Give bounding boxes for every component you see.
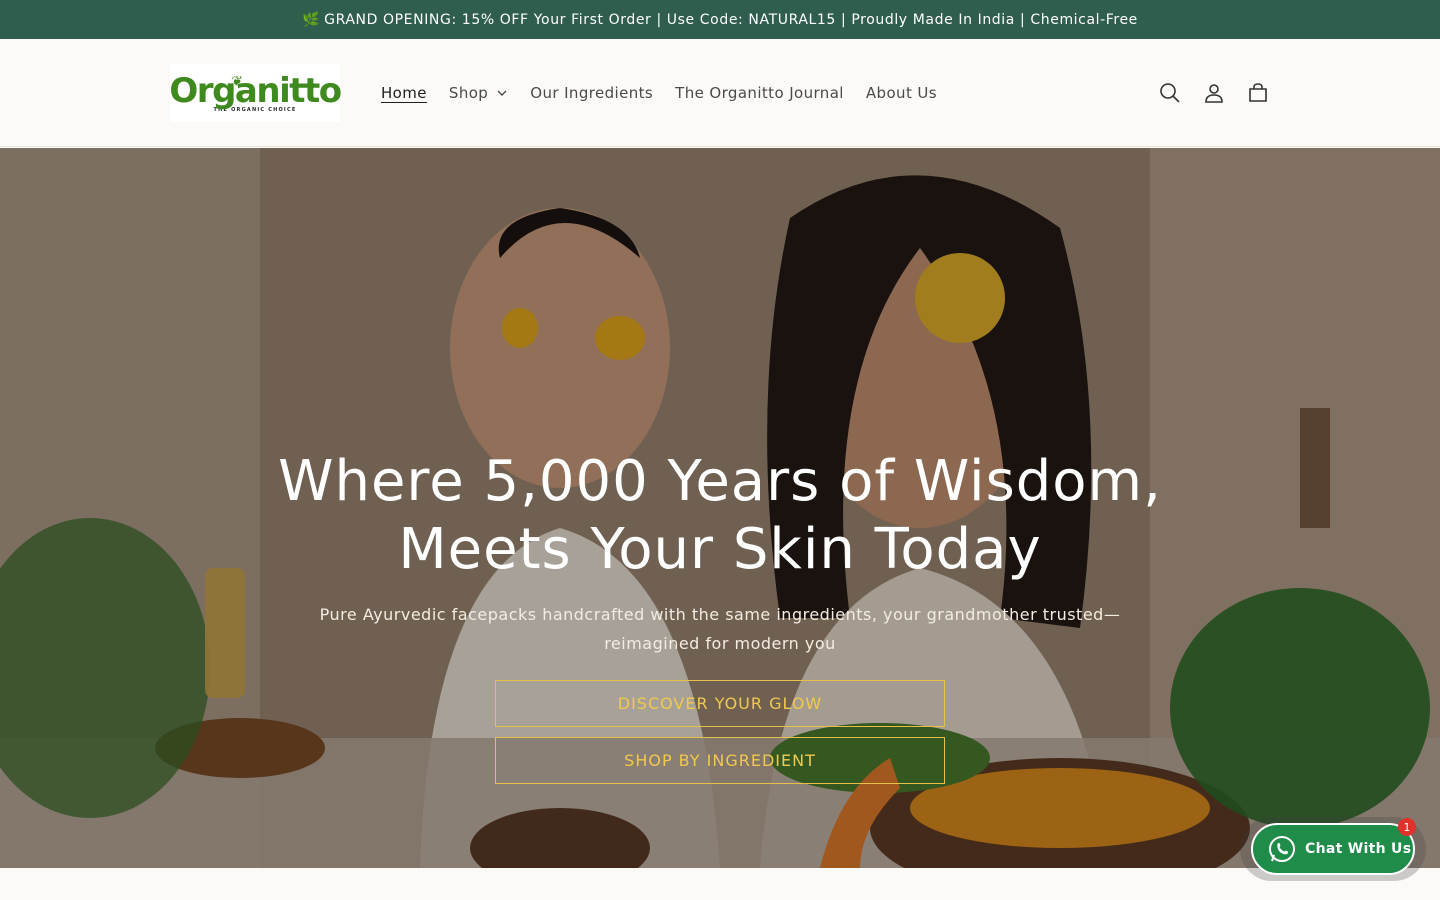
hero-content: Where 5,000 Years of Wisdom, Meets Your … bbox=[0, 448, 1440, 784]
logo-wordmark: ❦ Organitto bbox=[169, 73, 342, 109]
nav-home[interactable]: Home bbox=[370, 84, 438, 102]
chat-with-us-button[interactable]: Chat With Us bbox=[1251, 823, 1415, 875]
hero-subtitle: Pure Ayurvedic facepacks handcrafted wit… bbox=[319, 605, 1121, 653]
discover-your-glow-button[interactable]: DISCOVER YOUR GLOW bbox=[495, 680, 945, 727]
hero-title-line1: Where 5,000 Years of Wisdom, bbox=[278, 449, 1162, 514]
nav-about-us[interactable]: About Us bbox=[855, 84, 948, 102]
hero-title-line2: Meets Your Skin Today bbox=[398, 517, 1042, 582]
leaf-icon: 🌿 bbox=[302, 11, 321, 28]
chat-label: Chat With Us bbox=[1305, 841, 1412, 857]
whatsapp-icon bbox=[1269, 836, 1295, 862]
nav-shop-label: Shop bbox=[448, 83, 489, 102]
chat-notification-badge: 1 bbox=[1398, 818, 1416, 836]
nav-our-ingredients[interactable]: Our Ingredients bbox=[519, 84, 664, 102]
hero-title: Where 5,000 Years of Wisdom, Meets Your … bbox=[0, 448, 1440, 584]
chevron-down-icon bbox=[497, 90, 507, 96]
announcement-text: GRAND OPENING: 15% OFF Your First Order … bbox=[324, 11, 1138, 28]
site-header: ❦ Organitto THE ORGANIC CHOICE Home Shop… bbox=[0, 39, 1440, 147]
shop-by-ingredient-button[interactable]: SHOP BY INGREDIENT bbox=[495, 737, 945, 784]
announcement-bar: 🌿 GRAND OPENING: 15% OFF Your First Orde… bbox=[0, 0, 1440, 39]
nav-shop[interactable]: Shop bbox=[438, 84, 519, 102]
nav-journal[interactable]: The Organitto Journal bbox=[664, 84, 855, 102]
header-icons bbox=[1158, 81, 1270, 105]
main-nav: Home Shop Our Ingredients The Organitto … bbox=[370, 84, 948, 102]
cart-icon[interactable] bbox=[1246, 81, 1270, 105]
sprout-icon: ❦ bbox=[231, 73, 243, 90]
account-icon[interactable] bbox=[1202, 81, 1226, 105]
logo[interactable]: ❦ Organitto THE ORGANIC CHOICE bbox=[169, 63, 342, 122]
hero-banner: Where 5,000 Years of Wisdom, Meets Your … bbox=[0, 148, 1440, 868]
search-icon[interactable] bbox=[1158, 81, 1182, 105]
